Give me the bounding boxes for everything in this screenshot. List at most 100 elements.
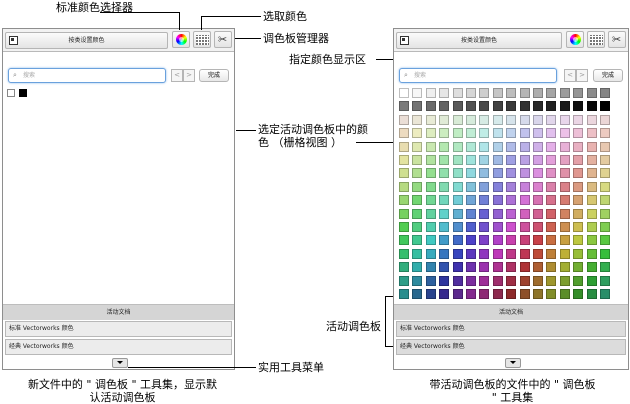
palette-standard[interactable]: 标准 Vectorworks 颜色: [5, 321, 232, 337]
color-swatch[interactable]: [586, 222, 597, 232]
color-swatch[interactable]: [546, 88, 557, 98]
color-swatch[interactable]: [533, 222, 543, 232]
color-swatch[interactable]: [452, 181, 463, 192]
color-swatch[interactable]: [506, 128, 517, 139]
color-swatch[interactable]: [399, 289, 409, 299]
pick-color-button[interactable]: [193, 31, 211, 48]
color-swatch[interactable]: [573, 248, 584, 259]
color-swatch[interactable]: [452, 275, 463, 286]
color-swatch[interactable]: [519, 155, 530, 165]
color-swatch[interactable]: [479, 208, 490, 219]
active-document-tab[interactable]: 活动文档: [3, 304, 234, 320]
color-swatch[interactable]: [412, 114, 423, 125]
color-swatch[interactable]: [492, 248, 503, 259]
color-swatch[interactable]: [492, 275, 503, 286]
color-swatch[interactable]: [573, 155, 584, 165]
color-swatch[interactable]: [546, 208, 557, 219]
color-swatch[interactable]: [439, 88, 450, 98]
color-swatch[interactable]: [506, 114, 517, 125]
color-swatch[interactable]: [425, 88, 436, 98]
color-swatch[interactable]: [479, 195, 490, 206]
color-swatch[interactable]: [452, 235, 463, 246]
color-swatch[interactable]: [559, 289, 570, 299]
color-swatch[interactable]: [479, 114, 490, 125]
color-swatch[interactable]: [519, 222, 530, 232]
color-swatch[interactable]: [452, 128, 463, 139]
color-swatch[interactable]: [492, 262, 503, 273]
utility-menu-button[interactable]: [112, 358, 128, 368]
color-swatch[interactable]: [425, 114, 436, 125]
color-swatch[interactable]: [586, 208, 597, 219]
color-swatch[interactable]: [573, 181, 584, 192]
color-swatch[interactable]: [559, 128, 570, 139]
color-swatch[interactable]: [452, 168, 463, 179]
color-swatch[interactable]: [559, 222, 570, 232]
color-swatch[interactable]: [452, 114, 463, 125]
color-swatch[interactable]: [399, 101, 409, 112]
color-swatch[interactable]: [399, 168, 409, 179]
color-swatch[interactable]: [533, 101, 543, 112]
color-swatch[interactable]: [439, 235, 450, 246]
color-swatch[interactable]: [492, 155, 503, 165]
color-swatch[interactable]: [586, 248, 597, 259]
standard-color-picker-button[interactable]: [566, 31, 584, 48]
color-swatch[interactable]: [600, 222, 610, 232]
color-swatch[interactable]: [586, 181, 597, 192]
color-swatch[interactable]: [573, 222, 584, 232]
color-swatch[interactable]: [439, 208, 450, 219]
color-swatch[interactable]: [412, 101, 423, 112]
color-swatch[interactable]: [412, 141, 423, 152]
color-swatch[interactable]: [586, 195, 597, 206]
color-swatch[interactable]: [546, 222, 557, 232]
palette-classic[interactable]: 经典 Vectorworks 颜色: [396, 339, 626, 355]
color-swatch[interactable]: [412, 235, 423, 246]
color-swatch[interactable]: [425, 289, 436, 299]
color-swatch[interactable]: [452, 155, 463, 165]
color-swatch[interactable]: [466, 128, 476, 139]
color-swatch[interactable]: [506, 195, 517, 206]
color-swatch[interactable]: [573, 88, 584, 98]
color-swatch[interactable]: [466, 248, 476, 259]
pick-color-button[interactable]: [587, 31, 605, 48]
color-swatch[interactable]: [519, 101, 530, 112]
color-swatch[interactable]: [399, 128, 409, 139]
color-swatch[interactable]: [533, 208, 543, 219]
color-swatch[interactable]: [479, 262, 490, 273]
color-swatch[interactable]: [506, 141, 517, 152]
color-swatch[interactable]: [466, 114, 476, 125]
color-swatch[interactable]: [586, 275, 597, 286]
color-swatch[interactable]: [479, 289, 490, 299]
color-swatch[interactable]: [546, 168, 557, 179]
color-swatch[interactable]: [546, 101, 557, 112]
color-swatch[interactable]: [466, 195, 476, 206]
color-swatch[interactable]: [506, 88, 517, 98]
color-swatch[interactable]: [479, 101, 490, 112]
palette-standard[interactable]: 标准 Vectorworks 颜色: [396, 321, 626, 337]
color-swatch[interactable]: [439, 114, 450, 125]
color-swatch[interactable]: [573, 195, 584, 206]
color-swatch[interactable]: [439, 101, 450, 112]
color-swatch[interactable]: [466, 181, 476, 192]
color-swatch[interactable]: [600, 168, 610, 179]
color-swatch[interactable]: [546, 141, 557, 152]
sort-by-class-button[interactable]: 按类设置颜色: [5, 32, 168, 49]
color-swatch[interactable]: [425, 168, 436, 179]
color-swatch[interactable]: [586, 289, 597, 299]
color-swatch[interactable]: [399, 88, 409, 98]
color-swatch[interactable]: [412, 195, 423, 206]
color-swatch[interactable]: [546, 235, 557, 246]
color-swatch[interactable]: [533, 195, 543, 206]
color-swatch[interactable]: [412, 181, 423, 192]
color-swatch[interactable]: [439, 128, 450, 139]
color-swatch[interactable]: [399, 248, 409, 259]
color-swatch[interactable]: [533, 88, 543, 98]
color-swatch[interactable]: [600, 248, 610, 259]
color-swatch[interactable]: [412, 275, 423, 286]
color-swatch[interactable]: [519, 181, 530, 192]
color-swatch[interactable]: [586, 141, 597, 152]
color-swatch[interactable]: [399, 222, 409, 232]
color-swatch[interactable]: [425, 248, 436, 259]
color-swatch[interactable]: [546, 289, 557, 299]
color-swatch[interactable]: [586, 155, 597, 165]
color-swatch[interactable]: [412, 208, 423, 219]
